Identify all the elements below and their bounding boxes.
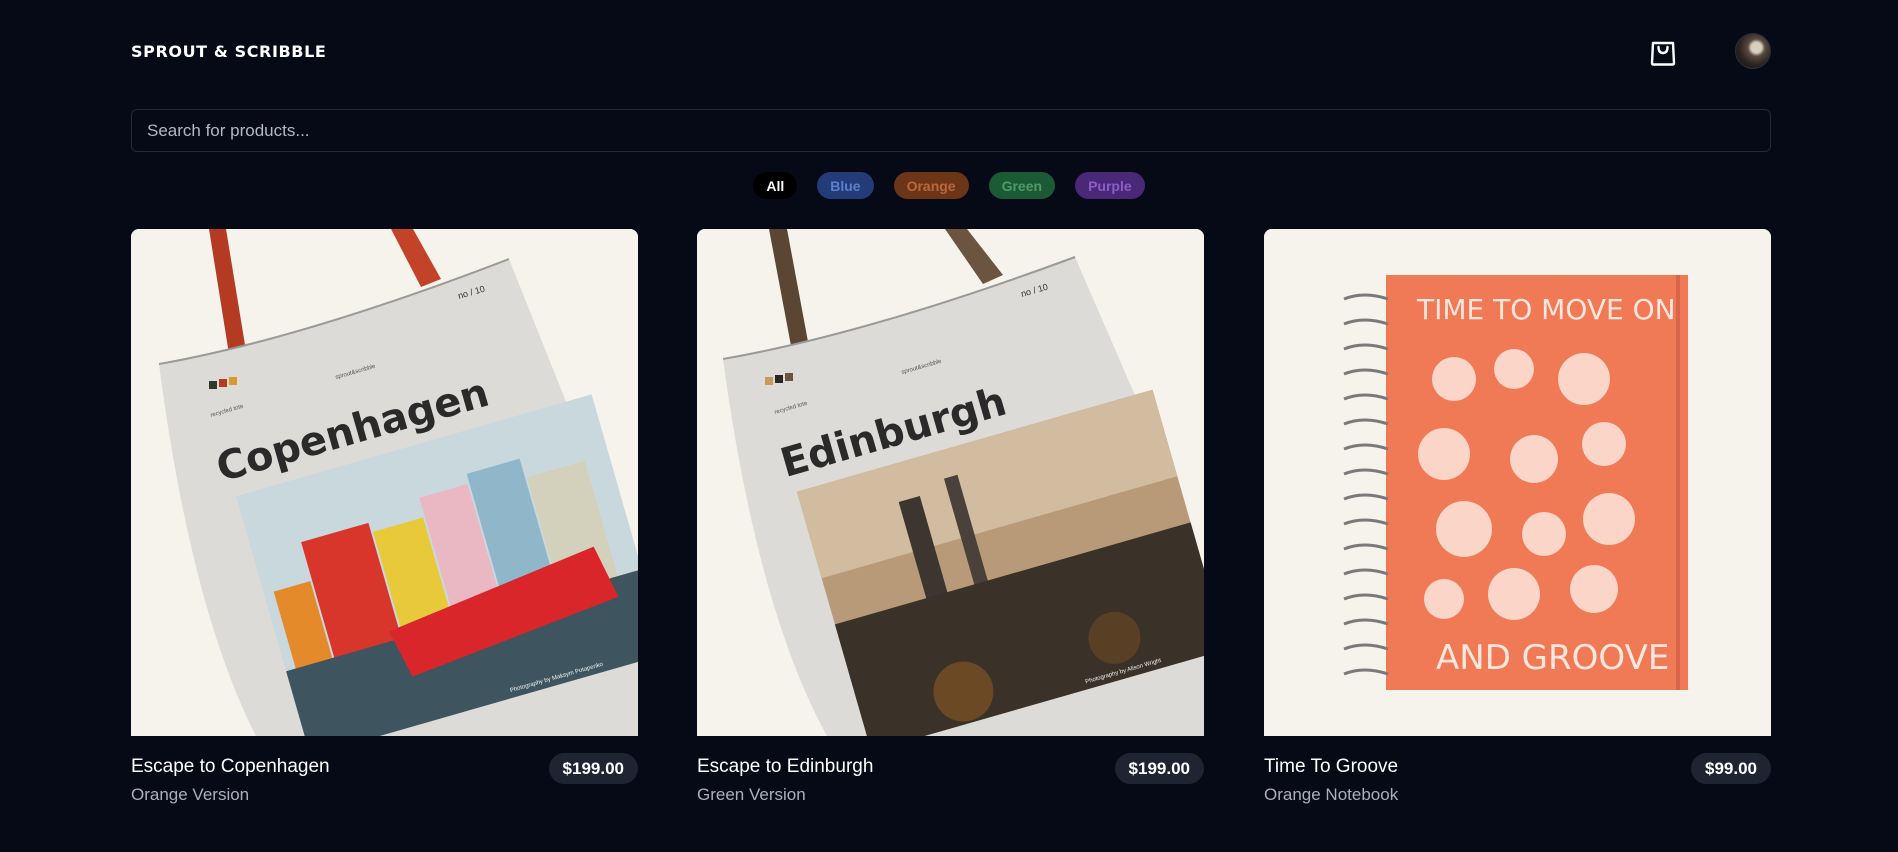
product-info: Time To Groove Orange Notebook $99.00 — [1264, 736, 1771, 804]
product-image[interactable]: no / 10 sprout&scribble recycled tote Ed… — [697, 229, 1204, 736]
site-header: SPROUT & SCRIBBLE — [131, 28, 1771, 74]
product-card-time-to-groove[interactable]: TIME TO MOVE ON AND GROOVE Time To Groov… — [1264, 229, 1771, 804]
user-avatar[interactable] — [1735, 33, 1771, 69]
product-title[interactable]: Escape to Copenhagen — [131, 756, 330, 778]
product-image[interactable]: no / 10 sprout&scribble recycled tote Co… — [131, 229, 638, 736]
color-filter-bar: All Blue Orange Green Purple — [0, 172, 1898, 199]
notebook-title-top: TIME TO MOVE ON — [1416, 293, 1676, 326]
header-actions — [1647, 33, 1771, 69]
product-info: Escape to Edinburgh Green Version $199.0… — [697, 736, 1204, 804]
product-subtitle: Orange Notebook — [1264, 785, 1399, 804]
brand-logo[interactable]: SPROUT & SCRIBBLE — [131, 42, 326, 61]
product-info: Escape to Copenhagen Orange Version $199… — [131, 736, 638, 804]
price-badge: $199.00 — [548, 753, 638, 784]
shopping-bag-icon — [1650, 41, 1676, 66]
product-card-edinburgh[interactable]: no / 10 sprout&scribble recycled tote Ed… — [697, 229, 1204, 804]
product-image[interactable]: TIME TO MOVE ON AND GROOVE — [1264, 229, 1771, 736]
product-card-copenhagen[interactable]: no / 10 sprout&scribble recycled tote Co… — [131, 229, 638, 804]
notebook-title-bottom: AND GROOVE — [1436, 638, 1669, 678]
search-input[interactable] — [131, 109, 1771, 152]
product-title[interactable]: Escape to Edinburgh — [697, 756, 873, 778]
filter-purple[interactable]: Purple — [1075, 172, 1145, 199]
filter-orange[interactable]: Orange — [893, 172, 969, 199]
filter-green[interactable]: Green — [988, 172, 1056, 199]
cart-button[interactable] — [1647, 35, 1679, 67]
filter-all[interactable]: All — [753, 172, 798, 199]
filter-blue[interactable]: Blue — [817, 172, 874, 199]
price-badge: $199.00 — [1114, 753, 1204, 784]
product-title[interactable]: Time To Groove — [1264, 756, 1398, 778]
product-subtitle: Green Version — [697, 785, 806, 804]
product-subtitle: Orange Version — [131, 785, 250, 804]
price-badge: $99.00 — [1691, 753, 1771, 784]
